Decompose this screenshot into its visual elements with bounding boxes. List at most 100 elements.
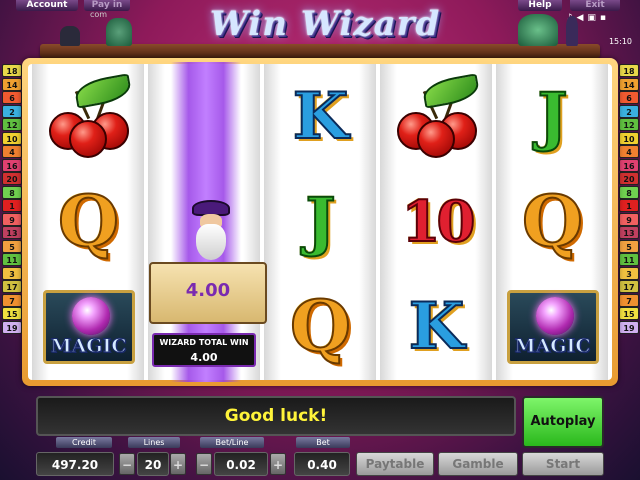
payline-indicator: 18: [2, 64, 22, 77]
reel-5: J Q MAGIC: [496, 64, 608, 380]
reel-cell: Q: [32, 169, 145, 274]
ten-symbol: 10: [401, 188, 477, 255]
payline-indicator: 1: [619, 199, 639, 212]
payline-indicator: 6: [619, 91, 639, 104]
reel-frame: Q MAGIC K J Q 10 K J Q MAGIC: [22, 58, 618, 386]
lines-minus-button[interactable]: −: [119, 453, 135, 475]
status-message: Good luck!: [224, 406, 328, 426]
j-symbol: J: [536, 78, 568, 154]
cherry-symbol: [41, 72, 137, 158]
bottle-icon: [106, 18, 132, 46]
q-symbol: Q: [289, 284, 352, 368]
exit-button[interactable]: Exit: [570, 0, 620, 11]
bottle-icon: [566, 16, 578, 46]
bet-value: 0.40: [294, 452, 350, 476]
payline-indicator: 5: [2, 239, 22, 253]
payline-indicator: 3: [619, 266, 639, 280]
payline-indicator: 16: [2, 158, 22, 172]
reel-cell: [380, 64, 493, 169]
q-symbol: Q: [521, 179, 584, 263]
help-button[interactable]: Help: [518, 0, 562, 11]
payline-indicator: 13: [619, 226, 639, 239]
bottle-icon: [60, 26, 80, 46]
account-button[interactable]: Account: [16, 0, 78, 11]
lines-value: 20: [137, 452, 169, 476]
wizard-scroll-value: 4.00: [185, 280, 231, 301]
reel-cell: Q: [264, 274, 377, 379]
payline-indicator: 14: [619, 77, 639, 91]
payline-indicator: 16: [619, 158, 639, 172]
payline-indicators-right: 18 14 6 2 12 10 4 16 20 8 1 9 13 5 11 3 17 7 15 19: [619, 64, 639, 334]
payline-indicator: 20: [619, 172, 639, 185]
j-symbol: J: [304, 183, 336, 259]
magic-symbol: MAGIC: [42, 289, 135, 364]
payline-indicator: 17: [619, 280, 639, 293]
wizard-total-win-box: WIZARD TOTAL WIN 4.00: [152, 333, 256, 367]
k-symbol: K: [408, 288, 466, 364]
magic-word: MAGIC: [50, 334, 127, 357]
lines-plus-button[interactable]: +: [170, 453, 186, 475]
payline-indicator: 12: [619, 118, 639, 131]
payline-indicator: 14: [2, 77, 22, 91]
reel-cell: J: [496, 64, 609, 169]
payline-indicator: 13: [2, 226, 22, 239]
payline-indicator: 9: [619, 212, 639, 226]
wizard-total-label: WIZARD TOTAL WIN: [159, 338, 249, 347]
reel-cell: Q: [496, 169, 609, 274]
payline-indicator: 18: [619, 64, 639, 77]
payline-indicator: 15: [619, 307, 639, 320]
reel-cell: MAGIC: [32, 274, 145, 379]
payline-indicator: 6: [2, 91, 22, 104]
payline-indicator: 10: [619, 131, 639, 145]
crystal-ball-icon: [71, 296, 110, 335]
wizard-icon: [186, 200, 236, 264]
reel-cell: 10: [380, 169, 493, 274]
fullscreen-icon[interactable]: ▪: [600, 13, 610, 23]
k-symbol: K: [292, 78, 350, 154]
bottle-icon: [518, 14, 558, 46]
cherry-symbol: [389, 72, 485, 158]
reels: Q MAGIC K J Q 10 K J Q MAGIC: [28, 64, 612, 380]
reel-1: Q MAGIC: [32, 64, 144, 380]
paytable-button[interactable]: Paytable: [356, 452, 434, 476]
payline-indicator: 4: [619, 145, 639, 158]
credit-label: Credit: [56, 437, 112, 448]
reel-cell: K: [264, 64, 377, 169]
payline-indicator: 15: [2, 307, 22, 320]
game-logo: Win Wizard: [209, 4, 441, 44]
q-symbol: Q: [57, 179, 120, 263]
message-bar: Good luck!: [36, 396, 516, 436]
wizard-scroll: 4.00: [149, 262, 267, 324]
reel-cell: [32, 64, 145, 169]
gamble-button[interactable]: Gamble: [438, 452, 518, 476]
bet-line-minus-button[interactable]: −: [196, 453, 212, 475]
reel-3: K J Q: [264, 64, 376, 380]
payline-indicator: 7: [2, 293, 22, 307]
bet-line-value: 0.02: [214, 452, 268, 476]
bet-line-plus-button[interactable]: +: [270, 453, 286, 475]
pay-in-sublabel: com: [90, 10, 108, 19]
reel-4: 10 K: [380, 64, 492, 380]
payline-indicator: 3: [2, 266, 22, 280]
credit-value: 497.20: [36, 452, 114, 476]
speaker-icon[interactable]: ◀: [576, 13, 587, 23]
payline-indicator: 5: [619, 239, 639, 253]
payline-indicator: 9: [2, 212, 22, 226]
autoplay-button[interactable]: Autoplay: [522, 396, 604, 448]
payline-indicator: 10: [2, 131, 22, 145]
payline-indicators-left: 18 14 6 2 12 10 4 16 20 8 1 9 13 5 11 3 17 7 15 19: [2, 64, 22, 334]
wizard-total-value: 4.00: [190, 351, 218, 364]
payline-indicator: 1: [2, 199, 22, 212]
payline-indicator: 20: [2, 172, 22, 185]
payline-indicator: 19: [2, 320, 22, 334]
game-screen: Account Pay in Help Exit com ♪◀▣▪ 15:10 …: [0, 0, 640, 480]
start-button[interactable]: Start: [522, 452, 604, 476]
window-icon[interactable]: ▣: [587, 13, 600, 23]
clock: 15:10: [608, 37, 632, 46]
payline-indicator: 12: [2, 118, 22, 131]
bet-line-label: Bet/Line: [200, 437, 264, 448]
magic-symbol: MAGIC: [506, 289, 599, 364]
payline-indicator: 17: [2, 280, 22, 293]
payline-indicator: 2: [2, 104, 22, 118]
payline-indicator: 11: [2, 253, 22, 266]
